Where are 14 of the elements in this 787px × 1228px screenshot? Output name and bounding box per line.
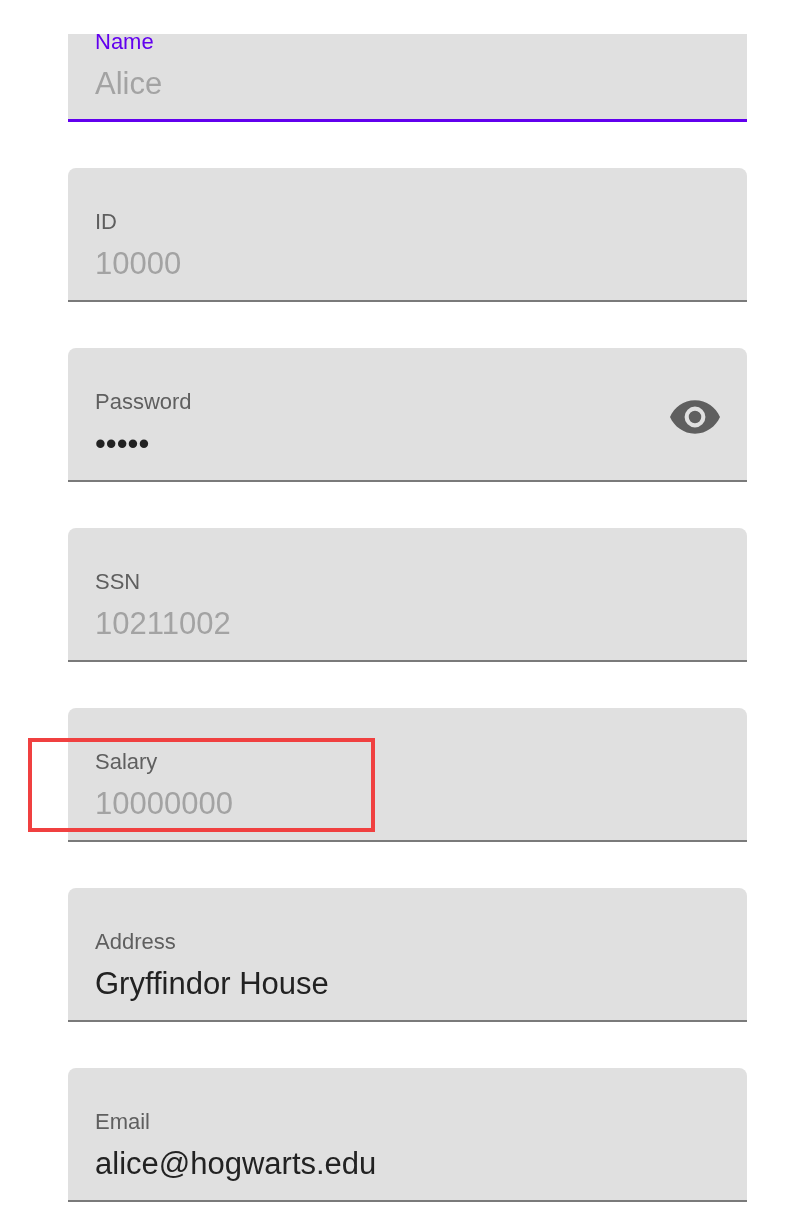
eye-icon[interactable] bbox=[670, 400, 720, 434]
field-label: ID bbox=[95, 211, 117, 234]
field-label: Salary bbox=[95, 751, 158, 774]
text-field[interactable]: Address Gryffindor House bbox=[68, 888, 747, 1022]
text-field[interactable]: Password ••••• bbox=[68, 348, 747, 482]
text-field[interactable]: Email alice@hogwarts.edu bbox=[68, 1068, 747, 1202]
input-field[interactable]: ••••• bbox=[95, 425, 655, 463]
field-label: Email bbox=[95, 1111, 150, 1134]
field-label: Password bbox=[95, 391, 192, 414]
field-label: Address bbox=[95, 931, 176, 954]
field-label: SSN bbox=[95, 571, 141, 594]
input-field[interactable]: alice@hogwarts.edu bbox=[95, 1145, 655, 1183]
field-label: Name bbox=[95, 34, 154, 53]
input-field[interactable]: Gryffindor House bbox=[95, 965, 655, 1003]
